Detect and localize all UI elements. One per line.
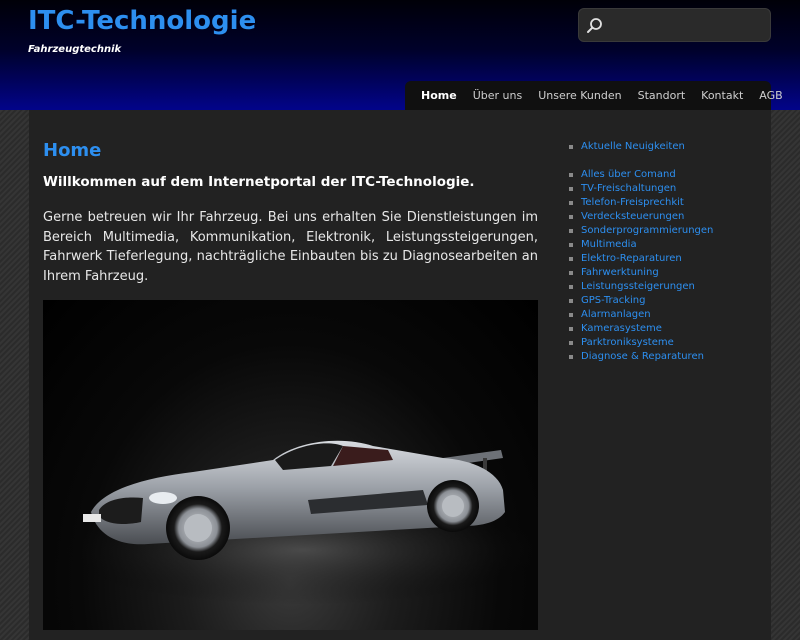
sidebar-link[interactable]: Telefon-Freisprechkit [581,197,684,208]
search-box[interactable] [578,8,771,42]
sidebar: Aktuelle Neuigkeiten Alles über Comand T… [569,140,759,364]
sidebar-link[interactable]: GPS-Tracking [581,295,645,306]
sidebar-link[interactable]: Leistungssteigerungen [581,281,695,292]
list-item[interactable]: Elektro-Reparaturen [569,252,759,266]
car-photo [43,300,538,630]
nav-item-unsere-kunden[interactable]: Unsere Kunden [530,89,629,102]
site-header: ITC-Technologie Fahrzeugtechnik Home Übe… [0,0,800,110]
sidebar-link[interactable]: Multimedia [581,239,637,250]
sidebar-link[interactable]: Fahrwerktuning [581,267,659,278]
nav-item-standort[interactable]: Standort [630,89,694,102]
list-item[interactable]: Leistungssteigerungen [569,280,759,294]
sidebar-news-list: Aktuelle Neuigkeiten [569,140,759,154]
main-navigation: Home Über uns Unsere Kunden Standort Kon… [405,81,783,110]
sidebar-link[interactable]: Kamerasysteme [581,323,662,334]
nav-item-kontakt[interactable]: Kontakt [693,89,751,102]
sidebar-link[interactable]: Verdecksteuerungen [581,211,684,222]
site-description: Fahrzeugtechnik [28,44,122,55]
sidebar-link[interactable]: Alarmanlagen [581,309,651,320]
page-container: Home Willkommen auf dem Internetportal d… [29,110,771,640]
list-item[interactable]: Sonderprogrammierungen [569,224,759,238]
list-item[interactable]: Multimedia [569,238,759,252]
list-item[interactable]: TV-Freischaltungen [569,182,759,196]
sidebar-link[interactable]: Sonderprogrammierungen [581,225,713,236]
sidebar-link[interactable]: Aktuelle Neuigkeiten [581,141,685,152]
page-title: Home [43,140,102,161]
list-item[interactable]: Kamerasysteme [569,322,759,336]
welcome-heading: Willkommen auf dem Internetportal der IT… [43,174,475,190]
search-icon [587,18,602,33]
list-item[interactable]: Verdecksteuerungen [569,210,759,224]
sidebar-item-news[interactable]: Aktuelle Neuigkeiten [569,140,759,154]
sidebar-link[interactable]: TV-Freischaltungen [581,183,676,194]
intro-paragraph: Gerne betreuen wir Ihr Fahrzeug. Bei uns… [43,210,538,284]
nav-item-agb[interactable]: AGB [751,89,790,102]
site-title[interactable]: ITC-Technologie [28,6,256,36]
list-item[interactable]: Telefon-Freisprechkit [569,196,759,210]
sidebar-link[interactable]: Elektro-Reparaturen [581,253,682,264]
list-item[interactable]: Fahrwerktuning [569,266,759,280]
sidebar-link[interactable]: Alles über Comand [581,169,676,180]
sidebar-link[interactable]: Parktroniksysteme [581,337,674,348]
sidebar-services-list: Alles über Comand TV-Freischaltungen Tel… [569,168,759,364]
nav-item-home[interactable]: Home [413,89,465,102]
list-item[interactable]: Alles über Comand [569,168,759,182]
list-item[interactable]: Alarmanlagen [569,308,759,322]
list-item[interactable]: Diagnose & Reparaturen [569,350,759,364]
list-item[interactable]: Parktroniksysteme [569,336,759,350]
sidebar-link[interactable]: Diagnose & Reparaturen [581,351,704,362]
search-input[interactable] [609,13,768,39]
list-item[interactable]: GPS-Tracking [569,294,759,308]
nav-item-ueber-uns[interactable]: Über uns [465,89,531,102]
